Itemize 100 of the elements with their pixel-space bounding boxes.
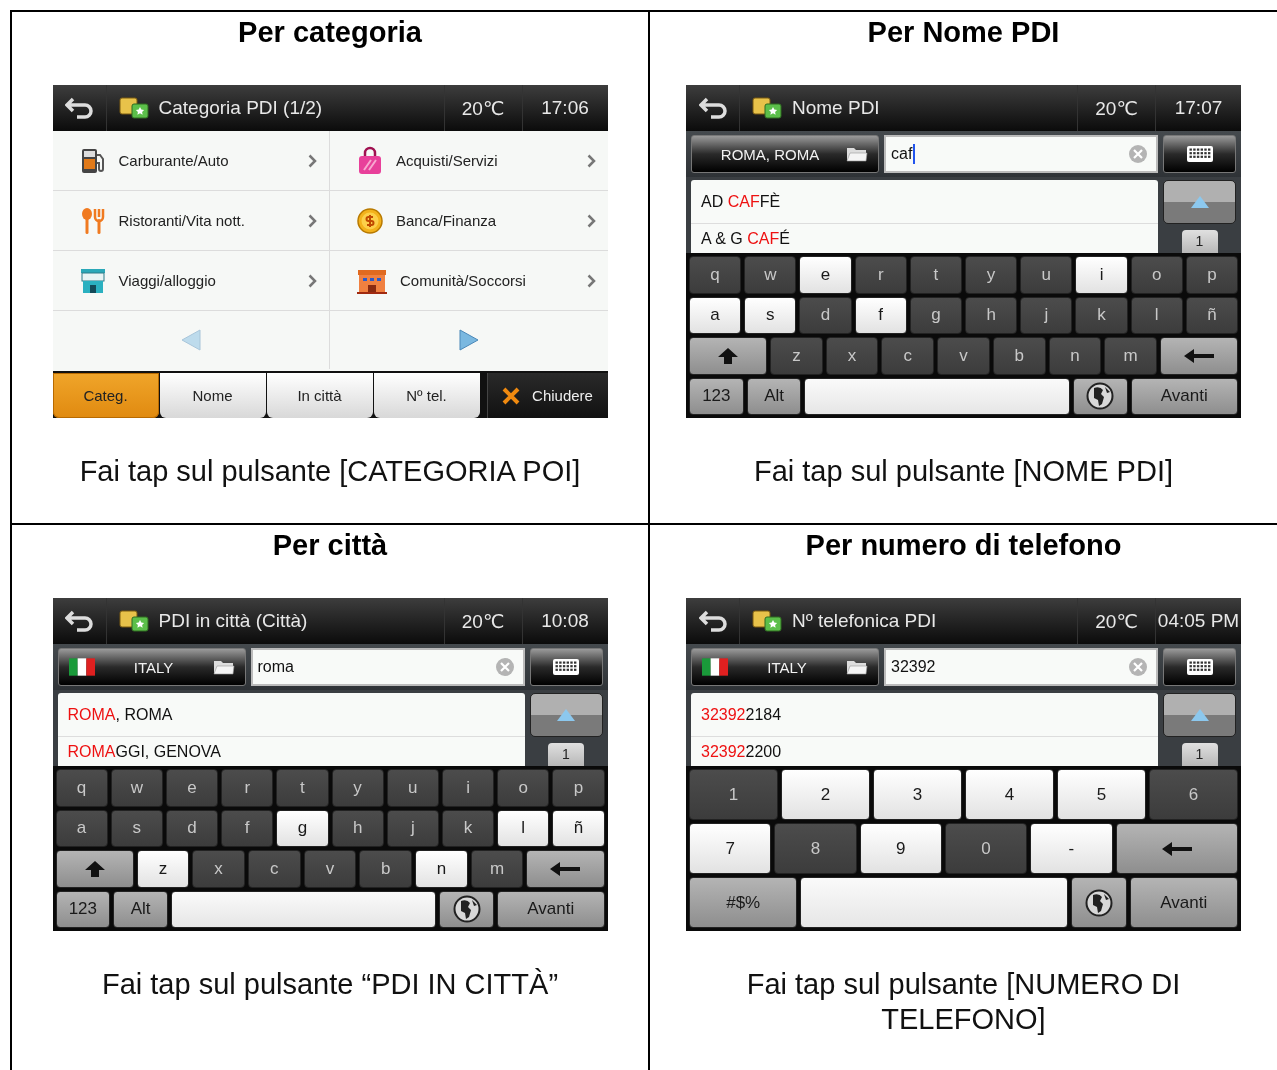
region-button[interactable]: ITALY	[691, 648, 879, 686]
keyboard-key[interactable]: Avanti	[1129, 877, 1238, 928]
keyboard-key[interactable]: x	[192, 850, 245, 888]
keyboard-key[interactable]: e	[799, 256, 852, 294]
keyboard-key[interactable]: 6	[1149, 769, 1238, 820]
category-item[interactable]: Comunità/Soccorsi	[330, 251, 608, 311]
space-key[interactable]	[804, 377, 1070, 415]
keyboard-key[interactable]: k	[441, 809, 495, 847]
keyboard-key[interactable]: u	[386, 769, 439, 807]
keyboard-key[interactable]: u	[1020, 256, 1073, 294]
keyboard-key[interactable]: Alt	[746, 377, 802, 415]
keyboard-key[interactable]: o	[497, 769, 550, 807]
space-key[interactable]	[800, 877, 1069, 928]
keyboard-key[interactable]: a	[55, 809, 108, 847]
search-tab[interactable]: In città	[266, 373, 373, 418]
keyboard-key[interactable]: v	[937, 337, 990, 375]
keyboard-key[interactable]: m	[1104, 337, 1157, 375]
keyboard-key[interactable]: v	[303, 850, 357, 888]
keyboard-key[interactable]: o	[1130, 256, 1183, 294]
space-key[interactable]	[170, 890, 437, 928]
result-item[interactable]: 323922184	[691, 693, 1158, 737]
keyboard-key[interactable]: g	[276, 809, 329, 847]
keyboard-key[interactable]: t	[909, 256, 962, 294]
keyboard-key[interactable]: ñ	[552, 809, 605, 847]
keyboard-key[interactable]: w	[110, 769, 163, 807]
keyboard-key[interactable]: f	[854, 296, 907, 334]
keyboard-key[interactable]: q	[689, 256, 742, 294]
backspace-key[interactable]	[1159, 337, 1238, 375]
result-item[interactable]: AD CAFFÈ	[691, 180, 1158, 224]
keyboard-key[interactable]: 5	[1057, 769, 1146, 820]
keyboard-key[interactable]: c	[247, 850, 301, 888]
keyboard-key[interactable]: x	[825, 337, 879, 375]
keyboard-key[interactable]: p	[552, 769, 605, 807]
keyboard-key[interactable]: y	[965, 256, 1018, 294]
keyboard-key[interactable]: 1	[689, 769, 778, 820]
keyboard-key[interactable]: w	[744, 256, 797, 294]
keyboard-key[interactable]: b	[359, 850, 413, 888]
keyboard-key[interactable]: Alt	[113, 890, 168, 928]
keyboard-key[interactable]: n	[1048, 337, 1102, 375]
category-item[interactable]: Carburante/Auto	[52, 131, 330, 191]
language-key[interactable]	[1072, 377, 1128, 415]
search-tab[interactable]: Nº tel.	[373, 373, 480, 418]
category-item[interactable]: Banca/Finanza	[330, 191, 608, 251]
keyboard-key[interactable]: y	[331, 769, 384, 807]
keyboard-key[interactable]: #$%	[689, 877, 798, 928]
keyboard-key[interactable]: n	[415, 850, 468, 888]
keyboard-key[interactable]: m	[470, 850, 524, 888]
keyboard-key[interactable]: j	[1020, 296, 1073, 334]
keyboard-key[interactable]: -	[1030, 823, 1113, 874]
search-field[interactable]: roma	[250, 648, 525, 686]
shift-key[interactable]	[55, 850, 134, 888]
scroll-up-button[interactable]	[529, 693, 603, 737]
keyboard-key[interactable]: s	[744, 296, 797, 334]
keyboard-key[interactable]: 123	[689, 377, 744, 415]
backspace-key[interactable]	[526, 850, 605, 888]
keyboard-key[interactable]: 0	[944, 823, 1028, 874]
category-item[interactable]: Acquisti/Servizi	[330, 131, 608, 191]
scroll-up-button[interactable]	[1163, 693, 1236, 737]
keyboard-key[interactable]: i	[1075, 256, 1128, 294]
keyboard-key[interactable]: k	[1075, 296, 1128, 334]
result-item[interactable]: A & G CAFÉ	[691, 224, 1158, 253]
keyboard-key[interactable]: t	[276, 769, 329, 807]
keyboard-key[interactable]: z	[136, 850, 190, 888]
keyboard-key[interactable]: z	[770, 337, 823, 375]
keyboard-key[interactable]: e	[165, 769, 219, 807]
keyboard-key[interactable]: d	[799, 296, 852, 334]
keyboard-key[interactable]: l	[497, 809, 550, 847]
category-item[interactable]: Ristoranti/Vita nott.	[52, 191, 330, 251]
keyboard-key[interactable]: r	[854, 256, 907, 294]
keyboard-key[interactable]: 7	[689, 823, 772, 874]
keyboard-key[interactable]: Avanti	[1130, 377, 1238, 415]
scroll-up-button[interactable]	[1163, 180, 1236, 224]
keyboard-key[interactable]: c	[881, 337, 935, 375]
keyboard-key[interactable]: b	[992, 337, 1046, 375]
keyboard-key[interactable]: 8	[774, 823, 857, 874]
search-field[interactable]: 32392	[884, 648, 1158, 686]
keyboard-key[interactable]: 3	[873, 769, 962, 820]
keyboard-key[interactable]: Avanti	[497, 890, 605, 928]
keyboard-key[interactable]: ñ	[1185, 296, 1239, 334]
search-field[interactable]: caf	[884, 135, 1158, 173]
keyboard-key[interactable]: 4	[965, 769, 1054, 820]
keyboard-key[interactable]: 9	[859, 823, 942, 874]
shift-key[interactable]	[689, 337, 768, 375]
region-button[interactable]: ROMA, ROMA	[691, 135, 879, 173]
keyboard-key[interactable]: a	[689, 296, 742, 334]
keyboard-key[interactable]: g	[909, 296, 962, 334]
region-button[interactable]: ITALY	[57, 648, 246, 686]
keyboard-key[interactable]: s	[110, 809, 163, 847]
keyboard-key[interactable]: h	[965, 296, 1018, 334]
keyboard-key[interactable]: r	[221, 769, 274, 807]
search-tab[interactable]: Categ.	[52, 373, 159, 418]
search-tab[interactable]: Nome	[159, 373, 266, 418]
keyboard-key[interactable]: f	[221, 809, 274, 847]
result-item[interactable]: ROMA, ROMA	[57, 693, 525, 737]
keyboard-key[interactable]: q	[55, 769, 108, 807]
backspace-key[interactable]	[1115, 823, 1239, 874]
category-item[interactable]: Viaggi/alloggio	[52, 251, 330, 311]
keyboard-key[interactable]: j	[386, 809, 439, 847]
language-key[interactable]	[1071, 877, 1127, 928]
keyboard-key[interactable]: d	[165, 809, 219, 847]
